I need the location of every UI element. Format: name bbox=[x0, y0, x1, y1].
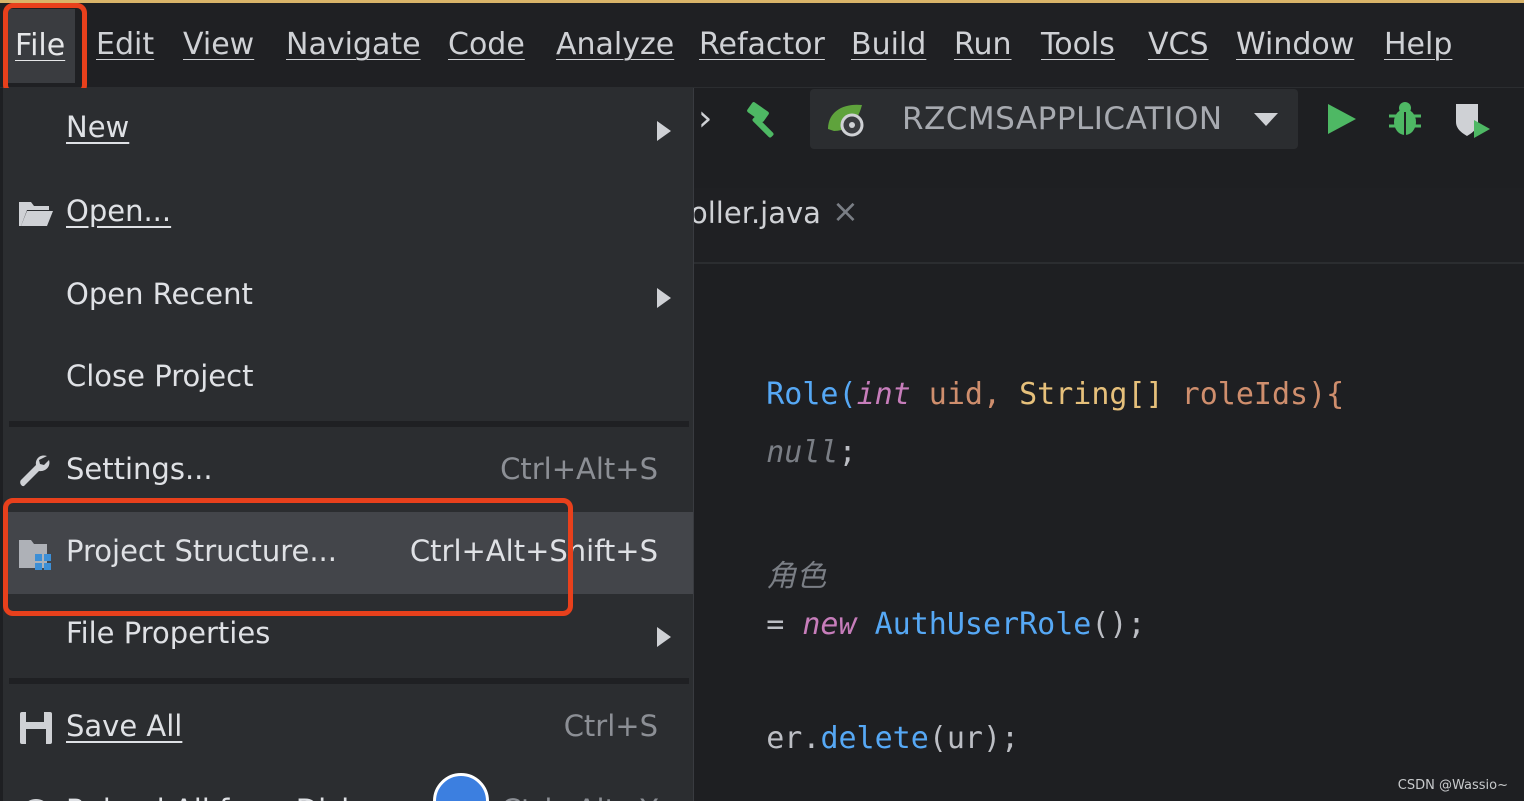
main-toolbar: › RZCMSAPPLICATION bbox=[690, 88, 1524, 160]
menu-view[interactable]: View bbox=[183, 25, 254, 65]
menu-help[interactable]: Help bbox=[1384, 25, 1452, 65]
chevron-down-icon[interactable] bbox=[1254, 113, 1278, 127]
menu-item-open-recent[interactable]: Open Recent bbox=[3, 255, 693, 337]
menu-vcs[interactable]: VCS bbox=[1148, 25, 1209, 65]
menu-item-label: New bbox=[66, 110, 130, 144]
file-menu-dropdown: New Open... Open Recent Close Project Se… bbox=[3, 88, 694, 801]
menu-item-label: Reload All from Disk bbox=[66, 793, 358, 801]
folder-open-icon bbox=[19, 202, 53, 226]
menu-item-save-all[interactable]: Save All Ctrl+S bbox=[3, 687, 693, 769]
menu-separator bbox=[9, 678, 689, 684]
menu-item-label: Settings... bbox=[66, 452, 213, 486]
wrench-icon bbox=[20, 455, 50, 487]
menu-run[interactable]: Run bbox=[954, 25, 1012, 65]
editor-tab-bar: oller.java × bbox=[690, 188, 1524, 264]
editor-tab-label[interactable]: oller.java bbox=[690, 196, 821, 230]
code-line: null; bbox=[766, 435, 857, 470]
debug-bug-icon[interactable] bbox=[1387, 100, 1423, 138]
menu-edit[interactable]: Edit bbox=[96, 25, 154, 65]
save-disk-icon bbox=[20, 712, 52, 744]
submenu-arrow-icon bbox=[657, 121, 671, 141]
menu-item-reload-all[interactable]: Reload All from Disk Ctrl+Alt+Y bbox=[3, 769, 693, 801]
watermark: CSDN @Wassio~ bbox=[1397, 778, 1508, 793]
run-icon[interactable] bbox=[1326, 102, 1358, 136]
menu-item-label: Save All bbox=[66, 709, 183, 743]
menu-item-shortcut: Ctrl+Alt+S bbox=[500, 452, 658, 486]
floating-assistant-icon[interactable] bbox=[433, 773, 489, 801]
code-line: er.delete(ur); bbox=[766, 721, 1020, 756]
build-hammer-icon[interactable] bbox=[742, 100, 784, 142]
menu-navigate[interactable]: Navigate bbox=[286, 25, 421, 65]
submenu-arrow-icon bbox=[657, 288, 671, 308]
menu-item-new[interactable]: New bbox=[3, 88, 693, 170]
run-configuration-label: RZCMSAPPLICATION bbox=[902, 101, 1223, 137]
menu-item-settings[interactable]: Settings... Ctrl+Alt+S bbox=[3, 430, 693, 512]
menu-bar: File Edit View Navigate Code Analyze Ref… bbox=[0, 3, 1524, 88]
submenu-arrow-icon bbox=[657, 627, 671, 647]
reload-icon bbox=[28, 799, 44, 801]
menu-item-project-structure[interactable]: Project Structure... Ctrl+Alt+Shift+S bbox=[3, 512, 693, 594]
menu-item-label: Open... bbox=[66, 194, 172, 228]
menu-analyze[interactable]: Analyze bbox=[556, 25, 674, 65]
run-with-coverage-icon[interactable] bbox=[1452, 100, 1492, 140]
menu-item-label: Project Structure... bbox=[66, 534, 337, 568]
menu-item-open[interactable]: Open... bbox=[3, 172, 693, 254]
menu-file[interactable]: File bbox=[5, 9, 76, 83]
menu-refactor[interactable]: Refactor bbox=[699, 25, 825, 65]
menu-build[interactable]: Build bbox=[851, 25, 926, 65]
menu-separator bbox=[9, 421, 689, 427]
menu-item-label: File Properties bbox=[66, 616, 271, 650]
menu-item-label: Close Project bbox=[66, 359, 254, 393]
editor-area: › RZCMSAPPLICATION oller.java × Role(int… bbox=[690, 88, 1524, 801]
menu-item-shortcut: Ctrl+Alt+Y bbox=[501, 793, 658, 801]
code-line: = new AuthUserRole(); bbox=[766, 607, 1146, 642]
breadcrumb-chevron-icon[interactable]: › bbox=[698, 98, 712, 139]
menu-item-shortcut: Ctrl+S bbox=[563, 709, 658, 743]
menu-code[interactable]: Code bbox=[448, 25, 525, 65]
menu-item-label: Open Recent bbox=[66, 277, 253, 311]
close-tab-icon[interactable]: × bbox=[832, 192, 859, 230]
spring-boot-icon bbox=[828, 104, 864, 137]
menu-tools[interactable]: Tools bbox=[1041, 25, 1115, 65]
menu-item-close-project[interactable]: Close Project bbox=[3, 337, 693, 419]
menu-item-file-properties[interactable]: File Properties bbox=[3, 594, 693, 676]
run-configuration-selector[interactable]: RZCMSAPPLICATION bbox=[810, 89, 1298, 149]
menu-item-shortcut: Ctrl+Alt+Shift+S bbox=[409, 534, 658, 568]
menu-window[interactable]: Window bbox=[1236, 25, 1354, 65]
project-structure-icon bbox=[19, 540, 51, 570]
